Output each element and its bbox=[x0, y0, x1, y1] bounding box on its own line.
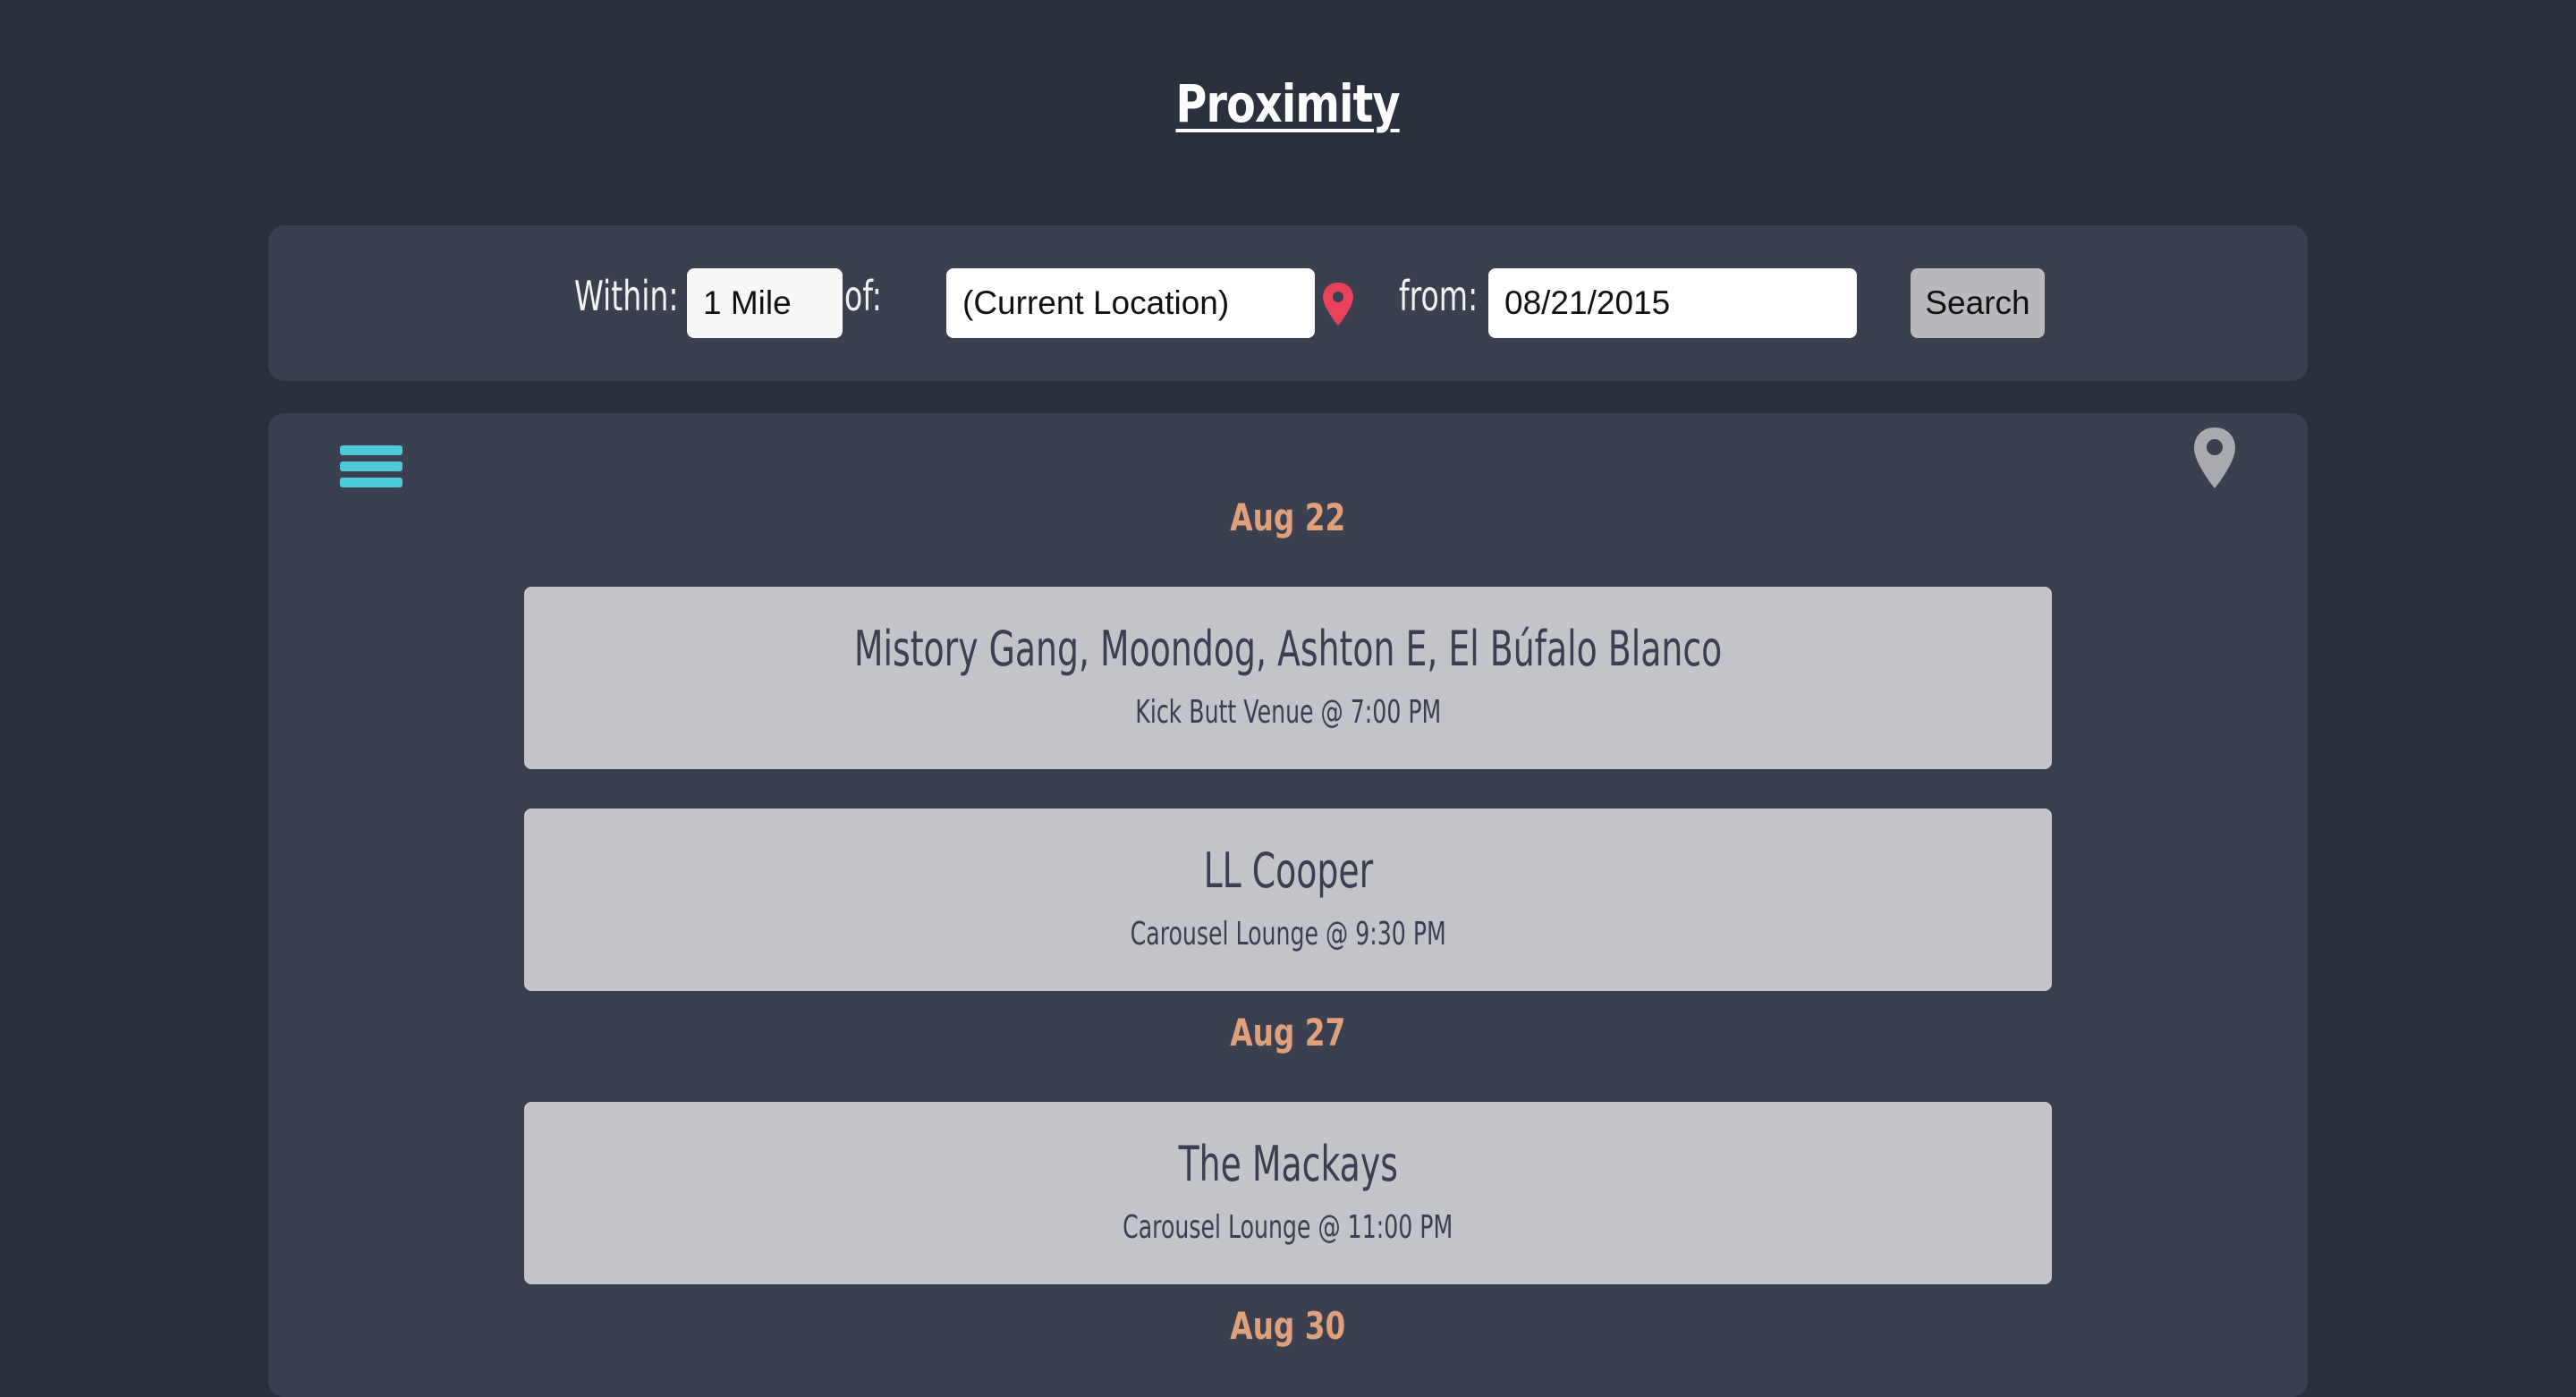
event-details-text: Carousel Lounge @ 11:00 PM bbox=[1123, 1209, 1453, 1246]
event-card[interactable]: Mistory Gang, Moondog, Ashton E, El Búfa… bbox=[524, 587, 2052, 769]
event-title: Mistory Gang, Moondog, Ashton E, El Búfa… bbox=[524, 621, 2052, 677]
header: Proximity bbox=[0, 73, 2576, 134]
within-label: Within: bbox=[574, 272, 679, 320]
page-title[interactable]: Proximity bbox=[1176, 73, 1401, 134]
date-heading: Aug 30 bbox=[268, 1304, 2308, 1348]
event-title-text: LL Cooper bbox=[1203, 842, 1373, 899]
search-button[interactable]: Search bbox=[1911, 268, 2045, 338]
events-panel: Aug 22 Mistory Gang, Moondog, Ashton E, … bbox=[268, 413, 2308, 1397]
event-title-text: Mistory Gang, Moondog, Ashton E, El Búfa… bbox=[853, 621, 1723, 677]
event-card[interactable]: LL Cooper Carousel Lounge @ 9:30 PM bbox=[524, 809, 2052, 991]
date-heading-text: Aug 27 bbox=[1230, 1011, 1346, 1054]
event-title: The Mackays bbox=[524, 1136, 2052, 1192]
menu-bar bbox=[340, 461, 402, 471]
map-pin-icon[interactable] bbox=[2191, 426, 2238, 490]
event-card[interactable]: The Mackays Carousel Lounge @ 11:00 PM bbox=[524, 1102, 2052, 1284]
date-heading-text: Aug 22 bbox=[1230, 495, 1346, 539]
location-pin-icon[interactable] bbox=[1320, 281, 1356, 327]
of-label: of: bbox=[844, 272, 882, 320]
event-details: Carousel Lounge @ 11:00 PM bbox=[524, 1209, 2052, 1246]
date-input[interactable] bbox=[1488, 268, 1857, 338]
event-title-text: The Mackays bbox=[1178, 1136, 1398, 1192]
event-details-text: Kick Butt Venue @ 7:00 PM bbox=[1134, 694, 1442, 731]
hamburger-menu-icon[interactable] bbox=[340, 429, 404, 487]
event-title: LL Cooper bbox=[524, 842, 2052, 899]
date-heading: Aug 27 bbox=[268, 1011, 2308, 1054]
event-details-text: Carousel Lounge @ 9:30 PM bbox=[1130, 916, 1446, 952]
date-heading-text: Aug 30 bbox=[1230, 1304, 1346, 1348]
within-input[interactable] bbox=[687, 268, 843, 338]
menu-bar bbox=[340, 445, 402, 455]
event-details: Carousel Lounge @ 9:30 PM bbox=[524, 916, 2052, 952]
location-input[interactable] bbox=[946, 268, 1315, 338]
menu-bar bbox=[340, 478, 402, 487]
date-heading: Aug 22 bbox=[268, 495, 2308, 539]
event-details: Kick Butt Venue @ 7:00 PM bbox=[524, 694, 2052, 731]
search-panel: Within: of: from: Search bbox=[268, 225, 2308, 381]
from-label: from: bbox=[1399, 272, 1479, 320]
